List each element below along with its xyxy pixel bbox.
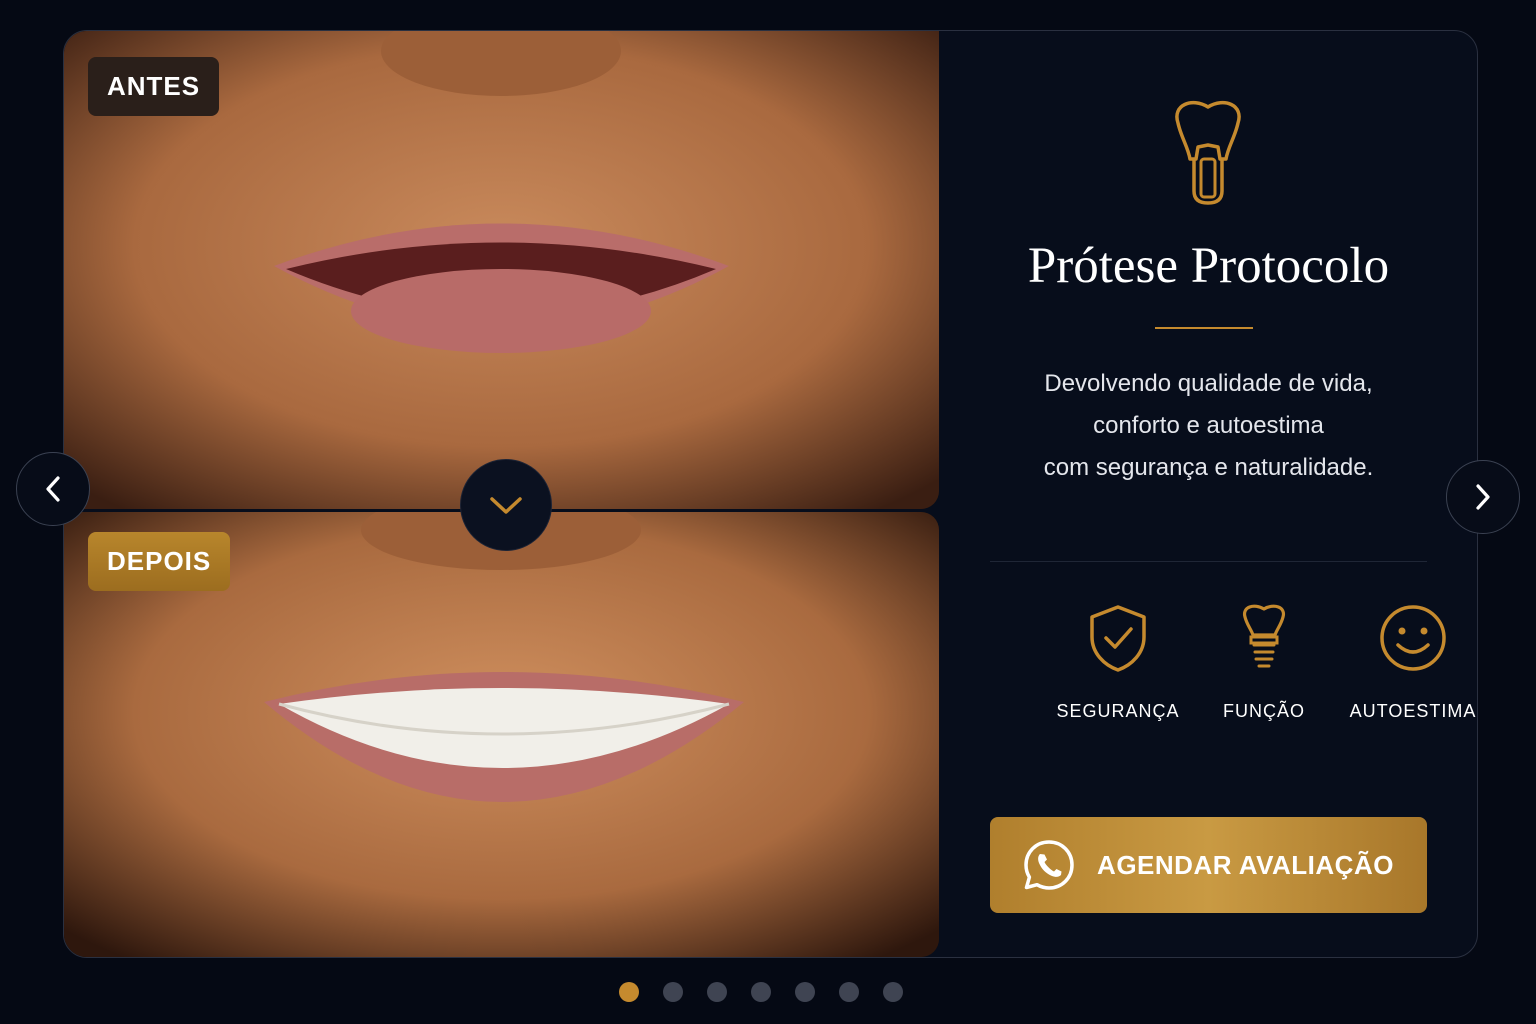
chevron-down-icon (490, 497, 522, 514)
feature-label: FUNÇÃO (1223, 701, 1305, 721)
before-badge: ANTES (88, 57, 220, 116)
pagination-dot[interactable] (751, 982, 771, 1002)
feature-label: AUTOESTIMA (1349, 701, 1477, 721)
compare-toggle-button[interactable] (460, 459, 552, 551)
feature-label: SEGURANÇA (1056, 701, 1180, 721)
after-badge: DEPOIS (88, 532, 231, 591)
before-photo: ANTES (64, 31, 939, 509)
cta-label: AGENDAR AVALIAÇÃO (1097, 849, 1394, 880)
implant-icon (1242, 604, 1286, 668)
section-divider (990, 561, 1427, 562)
description-line: com segurança e naturalidade. (1043, 454, 1374, 481)
tooth-implant-icon (1175, 101, 1241, 205)
description-line: conforto e autoestima (1093, 412, 1324, 439)
feature-autoestima: AUTOESTIMA (1333, 603, 1477, 722)
info-panel: Prótese Protocolo Devolvendo qualidade d… (940, 31, 1477, 957)
feature-funcao: FUNÇÃO (1184, 603, 1344, 722)
shield-check-icon (1090, 605, 1146, 672)
pagination-dot[interactable] (707, 982, 727, 1002)
panel-description: Devolvendo qualidade de vida, conforto e… (940, 363, 1477, 489)
pagination-dot[interactable] (839, 982, 859, 1002)
pagination-dots (619, 982, 903, 1002)
carousel-card: ANTES DEPOIS Prótese Protocolo Devolvend… (63, 30, 1478, 958)
next-slide-button[interactable] (1446, 460, 1520, 534)
chevron-left-icon (46, 476, 60, 502)
chevron-right-icon (1476, 484, 1490, 510)
pagination-dot[interactable] (883, 982, 903, 1002)
feature-seguranca: SEGURANÇA (1038, 603, 1198, 722)
after-photo: DEPOIS (64, 512, 939, 957)
pagination-dot[interactable] (619, 982, 639, 1002)
smiley-icon (1380, 605, 1446, 671)
description-line: Devolvendo qualidade de vida, (1044, 370, 1373, 397)
schedule-evaluation-button[interactable]: AGENDAR AVALIAÇÃO (990, 817, 1427, 913)
previous-slide-button[interactable] (16, 452, 90, 526)
title-underline (1155, 327, 1253, 329)
panel-title: Prótese Protocolo (1027, 238, 1390, 294)
whatsapp-icon (1024, 840, 1074, 890)
pagination-dot[interactable] (795, 982, 815, 1002)
pagination-dot[interactable] (663, 982, 683, 1002)
